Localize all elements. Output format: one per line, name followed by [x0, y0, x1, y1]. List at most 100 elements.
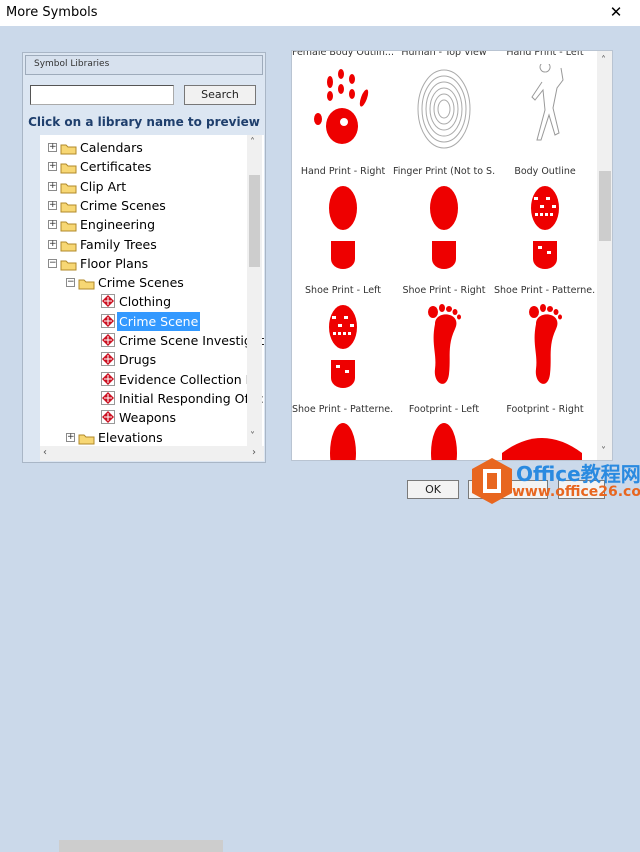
tree-item[interactable]: + Engineering: [40, 215, 247, 234]
folder-icon: [78, 431, 95, 444]
tree-item-label: Certificates: [80, 159, 152, 175]
tree-item-label: Initial Responding Offic: [119, 390, 264, 406]
expand-toggle-icon[interactable]: +: [48, 143, 57, 152]
tree-item-label: Clothing: [119, 294, 172, 310]
symbol-label: Finger Print (Not to S...: [393, 166, 495, 177]
symbol-label: Hand Print - Left: [506, 50, 584, 58]
tree-item-label: Calendars: [80, 140, 143, 155]
symbol-label: Shoe Print - Patterne...: [494, 285, 596, 296]
folder-icon: [78, 276, 95, 290]
symbol-library-icon: [101, 294, 115, 309]
close-button[interactable]: ✕: [606, 3, 626, 21]
tree-item-label: Crime Scenes: [98, 275, 184, 291]
office-logo-icon: [472, 458, 512, 504]
shoe-print-icon[interactable]: [292, 180, 394, 275]
shoe-print-icon[interactable]: [393, 180, 495, 275]
watermark: Office教程网 www.office26.com: [472, 456, 640, 508]
tree-item[interactable]: − Crime Scenes: [40, 273, 247, 292]
footprint-icon[interactable]: [494, 299, 596, 394]
symbol-label: Hand Print - Right: [300, 166, 386, 177]
folder-icon: [60, 218, 77, 232]
title-bar: More Symbols ✕: [0, 0, 640, 26]
expand-toggle-icon[interactable]: +: [48, 200, 57, 210]
symbol-library-icon: [101, 390, 115, 405]
symbol-label: Female Body Outlin...: [292, 50, 394, 58]
symbol-library-icon: [101, 352, 115, 367]
symbol-label: Shoe Print - Right: [402, 285, 486, 296]
symbol-label: Shoe Print - Left: [305, 285, 381, 296]
tree-item[interactable]: + Crime Scenes: [40, 196, 247, 215]
window-title: More Symbols: [6, 5, 98, 20]
finger-print-icon[interactable]: [393, 61, 495, 156]
scroll-up-arrow[interactable]: ˄: [601, 55, 606, 66]
symbol-library-icon: [101, 410, 115, 425]
tree-item-label: Weapons: [119, 410, 176, 426]
tree-scroll-thumb[interactable]: [249, 175, 260, 267]
expand-toggle-icon[interactable]: +: [48, 162, 57, 172]
footprint-icon[interactable]: [393, 299, 495, 394]
folder-icon: [60, 238, 77, 251]
scroll-down-arrow[interactable]: ˅: [250, 431, 255, 442]
tree-item-label: Elevations: [98, 429, 163, 445]
tree-item[interactable]: Drugs: [40, 350, 247, 369]
symbol-label: Shoe Print - Patterne...: [292, 404, 394, 415]
symbol-gallery: ˄ ˅ Female Body Outlin... Human - Top Vie…: [291, 50, 613, 461]
expand-toggle-icon[interactable]: +: [48, 181, 57, 191]
scroll-left-arrow[interactable]: ‹: [43, 447, 47, 458]
ok-button[interactable]: OK: [407, 480, 459, 499]
search-input[interactable]: [30, 85, 174, 105]
tree-item-label: Crime Scene: [117, 311, 201, 331]
tree-item-label: Clip Art: [80, 178, 127, 194]
tree-item-label: Crime Scenes: [80, 197, 166, 213]
symbol-library-icon: [101, 333, 115, 347]
library-tree: + Elevations Weapons Initial Responding Off…: [40, 135, 264, 446]
tree-item[interactable]: + Clip Art: [40, 177, 247, 196]
horizontal-scroll-thumb[interactable]: [59, 840, 223, 852]
tree-item-label: Engineering: [80, 217, 155, 233]
shoe-pattern-icon[interactable]: [292, 299, 394, 394]
tree-item[interactable]: Initial Responding Offic: [40, 389, 263, 408]
expand-toggle-icon[interactable]: +: [66, 432, 75, 442]
tree-item[interactable]: Evidence Collection Kit: [40, 370, 262, 389]
symbol-library-icon: [101, 313, 115, 328]
symbol-label: Body Outline: [514, 166, 576, 177]
preview-hint: Click on a library name to preview: [28, 115, 260, 129]
folder-icon: [60, 141, 77, 155]
expand-toggle-icon[interactable]: +: [48, 220, 57, 230]
shoe-pattern-icon[interactable]: [494, 180, 596, 275]
tree-item-label: Evidence Collection Kit: [119, 371, 263, 387]
gallery-scroll-thumb[interactable]: [599, 171, 611, 241]
symbol-label: Footprint - Right: [506, 404, 584, 415]
folder-icon: [60, 199, 77, 213]
tree-item[interactable]: Crime Scene: [40, 311, 247, 331]
watermark-brand: Office教程网: [516, 462, 640, 486]
tree-item[interactable]: Clothing: [40, 292, 247, 311]
tree-item[interactable]: Weapons: [40, 408, 247, 427]
tree-item-label: Family Trees: [80, 236, 157, 252]
scroll-up-arrow[interactable]: ˄: [250, 137, 255, 148]
gallery-vertical-scrollbar[interactable]: ˄ ˅: [597, 51, 612, 460]
body-outline-icon[interactable]: [494, 61, 596, 156]
tree-horizontal-scrollbar[interactable]: ‹ ›: [40, 446, 264, 852]
search-button[interactable]: Search: [184, 85, 256, 105]
watermark-url: www.office26.com: [512, 484, 640, 500]
folder-icon: [60, 257, 77, 271]
folder-icon: [60, 180, 77, 194]
expand-toggle-icon[interactable]: −: [48, 258, 57, 268]
tree-item[interactable]: + Elevations: [40, 428, 247, 447]
tree-item-label: Crime Scene Investigato: [119, 333, 264, 348]
tree-item[interactable]: + Family Trees: [40, 235, 247, 254]
symbol-label: Human - Top View: [401, 50, 487, 58]
tree-item[interactable]: − Floor Plans: [40, 254, 247, 273]
tree-item[interactable]: Crime Scene Investigato: [40, 331, 264, 350]
expand-toggle-icon[interactable]: +: [48, 239, 57, 249]
expand-toggle-icon[interactable]: −: [66, 278, 75, 288]
tree-item-label: Floor Plans: [80, 255, 149, 271]
tree-item[interactable]: + Certificates: [40, 157, 247, 176]
hand-print-icon[interactable]: [292, 61, 394, 156]
scroll-right-arrow[interactable]: ›: [252, 447, 256, 458]
folder-icon: [60, 160, 77, 174]
symbol-label: Footprint - Left: [408, 404, 480, 415]
symbol-libraries-panel: Symbol Libraries Search Click on a libra…: [22, 52, 266, 852]
tree-item[interactable]: + Calendars: [40, 138, 247, 157]
